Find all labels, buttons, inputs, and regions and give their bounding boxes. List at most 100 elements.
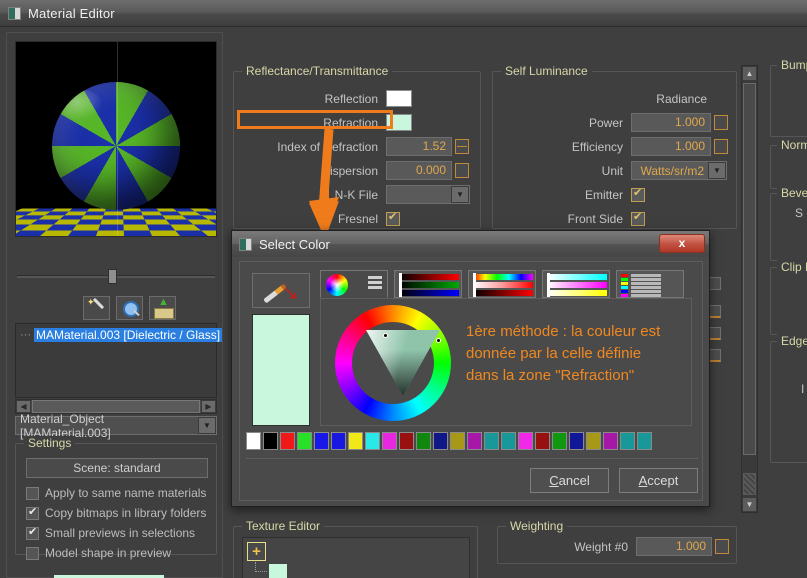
sv-marker[interactable] xyxy=(383,333,388,338)
texture-node-color-swatch[interactable] xyxy=(269,564,287,578)
index-of-refraction-stepper[interactable] xyxy=(455,139,469,154)
select-color-dialog: Select Color x ↘ 1ère méthode: la coule… xyxy=(231,230,710,507)
preset-swatch[interactable] xyxy=(637,432,652,450)
row-refraction: Refraction xyxy=(234,113,470,132)
preset-swatch[interactable] xyxy=(552,432,567,450)
accept-button[interactable]: Accept xyxy=(619,468,698,493)
scene-standard-button[interactable]: Scene: standard xyxy=(26,458,208,478)
main-vertical-scrollbar[interactable]: ▲ ▼ xyxy=(741,65,758,513)
preview-slider-knob[interactable] xyxy=(108,269,117,284)
zoom-out-icon[interactable] xyxy=(116,296,143,320)
front-side-checkbox[interactable] xyxy=(631,210,645,226)
checkbox-apply-same-name[interactable]: Apply to same name materials xyxy=(26,486,206,500)
glass-sphere xyxy=(52,82,180,210)
preset-swatch[interactable] xyxy=(246,432,261,450)
preset-swatch[interactable] xyxy=(450,432,465,450)
preset-swatch[interactable] xyxy=(501,432,516,450)
close-icon[interactable]: x xyxy=(659,234,705,253)
preset-swatch[interactable] xyxy=(297,432,312,450)
preset-swatch[interactable] xyxy=(484,432,499,450)
scroll-up-icon[interactable]: ▲ xyxy=(742,66,757,81)
texture-editor-group: Texture Editor + xyxy=(233,519,478,578)
eyedropper-icon[interactable]: ↘ xyxy=(252,273,310,308)
reflectance-group: Reflectance/Transmittance Reflection Ref… xyxy=(233,64,481,229)
edge-sub-label: I xyxy=(801,382,805,396)
chevron-down-icon[interactable]: ▼ xyxy=(451,186,469,203)
power-input[interactable]: 1.000 xyxy=(631,113,711,132)
texture-node-canvas[interactable]: + xyxy=(242,537,470,578)
weight0-input[interactable]: 1.000 xyxy=(636,537,712,556)
preset-swatch[interactable] xyxy=(535,432,550,450)
material-name[interactable]: MAMaterial.003 [Dielectric / Glass] xyxy=(34,328,223,342)
preset-swatch[interactable] xyxy=(586,432,601,450)
checkbox-model-shape[interactable]: Model shape in preview xyxy=(26,546,171,560)
tab-color-wheel[interactable] xyxy=(320,270,388,298)
row-index-of-refraction: Index of Refraction 1.52 xyxy=(234,137,478,156)
material-preview-render[interactable] xyxy=(15,41,217,237)
checkbox-box[interactable] xyxy=(26,505,39,520)
chevron-down-icon[interactable]: ▼ xyxy=(708,162,726,179)
preset-swatch[interactable] xyxy=(603,432,618,450)
fresnel-checkbox[interactable] xyxy=(386,210,400,226)
dispersion-input[interactable]: 0.000 xyxy=(386,161,452,180)
checkbox-box[interactable] xyxy=(26,546,39,560)
refraction-color-swatch[interactable] xyxy=(386,114,412,131)
unit-dropdown[interactable]: Watts/sr/m2 ▼ xyxy=(631,161,727,180)
preset-swatch[interactable] xyxy=(382,432,397,450)
preset-swatch[interactable] xyxy=(365,432,380,450)
row-weight0: Weight #0 1.000 xyxy=(498,537,734,556)
preset-swatch[interactable] xyxy=(433,432,448,450)
hue-marker[interactable] xyxy=(436,338,441,343)
import-folder-icon[interactable] xyxy=(149,296,176,320)
efficiency-stepper[interactable] xyxy=(714,139,728,154)
preset-swatch[interactable] xyxy=(620,432,635,450)
scroll-right-icon[interactable]: ▶ xyxy=(201,400,216,413)
index-of-refraction-input[interactable]: 1.52 xyxy=(386,137,452,156)
checkbox-copy-bitmaps[interactable]: Copy bitmaps in library folders xyxy=(26,505,206,520)
preset-swatch[interactable] xyxy=(399,432,414,450)
emitter-label: Emitter xyxy=(584,187,623,202)
list-item[interactable]: ··· MAMaterial.003 [Dielectric / Glass] xyxy=(18,327,223,343)
tab-rgb[interactable] xyxy=(394,270,462,298)
tab-palette[interactable] xyxy=(616,270,684,298)
dispersion-stepper[interactable] xyxy=(455,163,469,178)
checkbox-box[interactable] xyxy=(26,486,39,500)
scroll-down-icon[interactable]: ▼ xyxy=(742,497,757,512)
palette-list-icon xyxy=(621,274,661,297)
preset-swatches xyxy=(246,432,698,452)
preset-swatch[interactable] xyxy=(518,432,533,450)
vscroll-grip[interactable] xyxy=(743,473,756,495)
power-stepper[interactable] xyxy=(714,115,728,130)
node-link-line xyxy=(255,562,267,572)
emitter-checkbox[interactable] xyxy=(631,186,645,202)
material-list[interactable]: ··· MAMaterial.003 [Dielectric / Glass] xyxy=(15,323,223,398)
preset-swatch[interactable] xyxy=(467,432,482,450)
weight0-stepper[interactable] xyxy=(715,539,729,554)
preset-swatch[interactable] xyxy=(263,432,278,450)
preset-swatch[interactable] xyxy=(314,432,329,450)
preset-swatch[interactable] xyxy=(280,432,295,450)
preset-swatch[interactable] xyxy=(331,432,346,450)
preview-toolbar xyxy=(83,296,176,320)
nk-file-dropdown[interactable]: ▼ xyxy=(386,185,470,204)
cancel-button[interactable]: Cancel xyxy=(530,468,609,493)
annotation-line-2: donnée par la celle définie xyxy=(466,345,642,362)
add-texture-node-button[interactable]: + xyxy=(247,542,266,561)
chevron-down-icon[interactable]: ▼ xyxy=(198,417,216,434)
magic-wand-icon[interactable] xyxy=(83,296,110,320)
checkbox-box[interactable] xyxy=(26,525,39,540)
checkbox-small-previews[interactable]: Small previews in selections xyxy=(26,525,195,540)
tab-cmyk[interactable] xyxy=(542,270,610,298)
color-mode-tabs xyxy=(320,270,692,298)
efficiency-input[interactable]: 1.000 xyxy=(631,137,711,156)
vscroll-thumb[interactable] xyxy=(743,83,756,455)
reflection-color-swatch[interactable] xyxy=(386,90,412,107)
tab-hsv[interactable] xyxy=(468,270,536,298)
dialog-titlebar[interactable]: Select Color x xyxy=(232,231,709,257)
preset-swatch[interactable] xyxy=(416,432,431,450)
efficiency-label: Efficiency xyxy=(571,139,623,154)
preset-swatch[interactable] xyxy=(348,432,363,450)
object-combo[interactable]: Material_Object [MAMaterial.003] ▼ xyxy=(15,412,217,440)
preset-swatch[interactable] xyxy=(569,432,584,450)
hue-ring[interactable] xyxy=(335,305,451,421)
